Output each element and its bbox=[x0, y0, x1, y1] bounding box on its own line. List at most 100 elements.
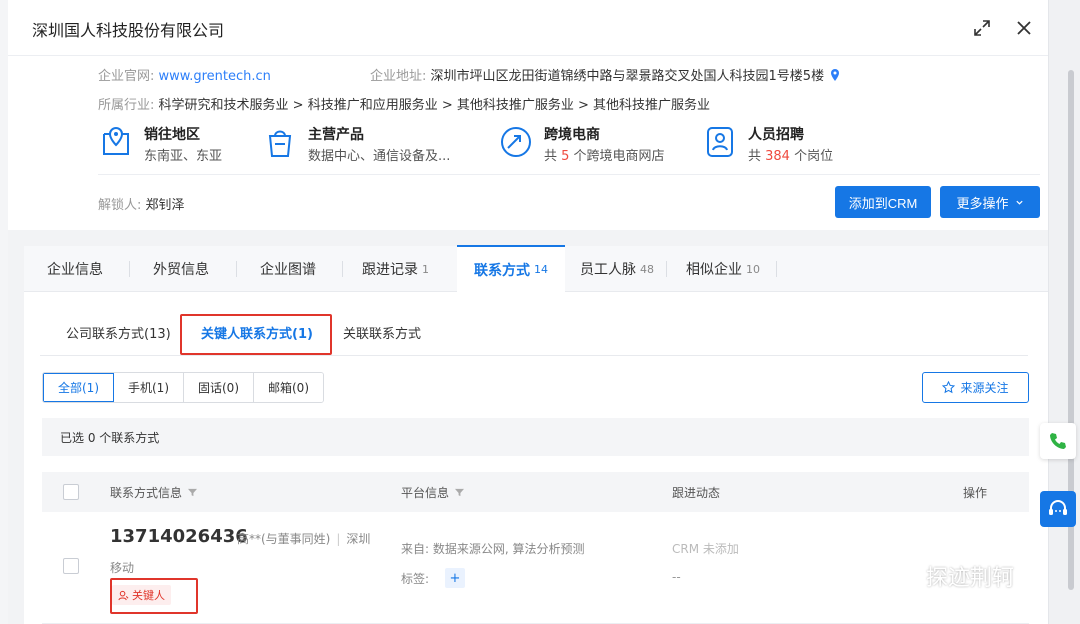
tab-contacts[interactable]: 联系方式 14 bbox=[457, 245, 565, 292]
tab-count: 10 bbox=[746, 262, 760, 276]
filter-funnel-icon[interactable] bbox=[188, 488, 198, 497]
owner-name: 高**(与董事同姓) bbox=[237, 532, 331, 546]
industry-value: 科学研究和技术服务业 > 科技推广和应用服务业 > 其他科技推广服务业 > 其他… bbox=[158, 98, 711, 113]
tab-separator bbox=[342, 261, 343, 277]
follow-placeholder: -- bbox=[672, 570, 681, 584]
column-header-label: 联系方式信息 bbox=[110, 485, 183, 500]
row-checkbox[interactable] bbox=[63, 558, 79, 574]
filter-mobile[interactable]: 手机(1) bbox=[114, 373, 184, 402]
website-link[interactable]: www.grentech.cn bbox=[159, 69, 271, 84]
more-actions-label: 更多操作 bbox=[956, 195, 1009, 211]
company-detail-modal: 深圳国人科技股份有限公司 企业官网: www.grentech.cn 企业地址:… bbox=[8, 0, 1048, 624]
tab-company-graph[interactable]: 企业图谱 bbox=[260, 246, 316, 292]
separator: | bbox=[336, 532, 341, 546]
column-header-actions: 操作 bbox=[963, 485, 988, 500]
tab-count: 14 bbox=[534, 263, 548, 276]
customer-service-float-button[interactable] bbox=[1040, 491, 1076, 527]
tab-count: 48 bbox=[640, 262, 654, 276]
tab-label: 企业信息 bbox=[47, 262, 103, 278]
tab-follow-up[interactable]: 跟进记录 1 bbox=[362, 246, 429, 292]
owner-city: 深圳 bbox=[346, 532, 371, 546]
modal-title: 深圳国人科技股份有限公司 bbox=[32, 21, 225, 40]
person-card-icon bbox=[707, 127, 733, 157]
annotation-highlight-box bbox=[180, 314, 332, 355]
phone-number[interactable]: 13714026436 bbox=[110, 526, 248, 547]
map-location-icon bbox=[103, 126, 129, 155]
tab-label: 相似企业 bbox=[686, 262, 742, 278]
feature-sub: 东南亚、东亚 bbox=[144, 149, 223, 164]
tab-label: 企业图谱 bbox=[260, 262, 316, 278]
tab-separator bbox=[129, 261, 130, 277]
filter-landline[interactable]: 固话(0) bbox=[184, 373, 254, 402]
headset-icon bbox=[1049, 500, 1067, 515]
recruitment-count: 384 bbox=[765, 149, 790, 164]
tab-separator bbox=[236, 261, 237, 277]
feature-sub-prefix: 共 bbox=[748, 149, 766, 164]
tab-label: 跟进记录 bbox=[362, 262, 418, 278]
watermark: 探迹荆轲 bbox=[890, 560, 1014, 592]
phone-call-float-button[interactable] bbox=[1040, 423, 1076, 459]
expand-icon[interactable] bbox=[972, 18, 992, 38]
divider bbox=[98, 174, 1040, 175]
feature-title: 销往地区 bbox=[144, 127, 200, 143]
close-icon[interactable] bbox=[1014, 18, 1034, 38]
feature-sub-suffix: 个岗位 bbox=[789, 149, 834, 164]
tab-employees[interactable]: 员工人脉 48 bbox=[580, 246, 654, 292]
address-row: 企业地址: 深圳市坪山区龙田街道锦绣中路与翠景路交叉处国人科技园1号楼5楼 bbox=[370, 65, 840, 84]
background-scroll-area bbox=[1048, 0, 1080, 624]
modal-header: 深圳国人科技股份有限公司 bbox=[8, 0, 1048, 56]
more-actions-button[interactable]: 更多操作 bbox=[940, 186, 1040, 218]
tab-trade-info[interactable]: 外贸信息 bbox=[153, 246, 209, 292]
unlocker-row: 解锁人: 郑钊泽 bbox=[98, 194, 185, 213]
sub-tab-company-contacts[interactable]: 公司联系方式(13) bbox=[66, 308, 171, 356]
contact-type-filter: 全部(1) 手机(1) 固话(0) 邮箱(0) bbox=[42, 372, 324, 403]
address-value: 深圳市坪山区龙田街道锦绣中路与翠景路交叉处国人科技园1号楼5楼 bbox=[430, 69, 825, 84]
website-label: 企业官网: bbox=[98, 69, 155, 84]
phone-icon bbox=[1050, 433, 1066, 449]
tag-label: 标签: bbox=[401, 572, 430, 586]
ecommerce-arrow-icon bbox=[501, 127, 531, 157]
selection-status-bar: 已选 0 个联系方式 bbox=[42, 418, 1029, 456]
tab-similar-companies[interactable]: 相似企业 10 bbox=[686, 246, 760, 292]
sub-tab-related-contacts[interactable]: 关联联系方式 bbox=[343, 308, 421, 356]
wechat-icon bbox=[890, 564, 919, 587]
column-header-label: 平台信息 bbox=[401, 485, 450, 500]
filter-email[interactable]: 邮箱(0) bbox=[254, 373, 323, 402]
feature-title: 人员招聘 bbox=[748, 127, 804, 143]
phone-owner: 高**(与董事同姓) | 深圳 bbox=[237, 530, 370, 547]
source-follow-button[interactable]: 来源关注 bbox=[922, 372, 1029, 403]
select-all-cell bbox=[63, 472, 79, 512]
platform-source: 来自: 数据来源公网, 算法分析预测 bbox=[401, 542, 585, 556]
feature-sub: 共 5 个跨境电商网店 bbox=[544, 145, 665, 164]
address-label: 企业地址: bbox=[370, 69, 427, 84]
feature-sub-suffix: 个跨境电商网店 bbox=[569, 149, 665, 164]
contacts-table-header: 联系方式信息 平台信息 跟进动态 操作 bbox=[42, 472, 1029, 512]
annotation-highlight-box bbox=[110, 578, 198, 614]
feature-sub: 共 384 个岗位 bbox=[748, 145, 833, 164]
tab-separator bbox=[776, 261, 777, 277]
main-tab-bar: 企业信息 外贸信息 企业图谱 跟进记录 1 联系方式 14 员工人脉 48 相似企业 1… bbox=[24, 245, 1048, 292]
filter-funnel-icon[interactable] bbox=[455, 488, 465, 497]
add-to-crm-button[interactable]: 添加到CRM bbox=[835, 186, 931, 218]
column-header-platform-info: 平台信息 bbox=[401, 472, 465, 512]
tab-company-info[interactable]: 企业信息 bbox=[47, 246, 103, 292]
website-row: 企业官网: www.grentech.cn bbox=[98, 65, 271, 84]
shopping-bag-icon bbox=[268, 130, 292, 157]
feature-sub-prefix: 共 bbox=[544, 149, 562, 164]
tab-label: 外贸信息 bbox=[153, 262, 209, 278]
source-follow-label: 来源关注 bbox=[960, 381, 1009, 395]
tab-count: 1 bbox=[422, 262, 429, 276]
unlocker-value: 郑钊泽 bbox=[145, 198, 185, 213]
tab-separator bbox=[666, 261, 667, 277]
column-header-follow-status: 跟进动态 bbox=[672, 485, 721, 500]
tab-label: 联系方式 bbox=[474, 262, 530, 279]
select-all-checkbox[interactable] bbox=[63, 484, 79, 500]
location-pin-icon[interactable] bbox=[830, 69, 840, 81]
add-tag-button[interactable]: + bbox=[445, 568, 465, 588]
feature-sub: 数据中心、通信设备及... bbox=[308, 149, 451, 164]
watermark-text: 探迹荆轲 bbox=[926, 566, 1015, 591]
filter-all[interactable]: 全部(1) bbox=[43, 373, 114, 402]
tab-label: 员工人脉 bbox=[580, 262, 636, 278]
star-icon bbox=[942, 381, 956, 394]
feature-title: 跨境电商 bbox=[544, 127, 600, 143]
